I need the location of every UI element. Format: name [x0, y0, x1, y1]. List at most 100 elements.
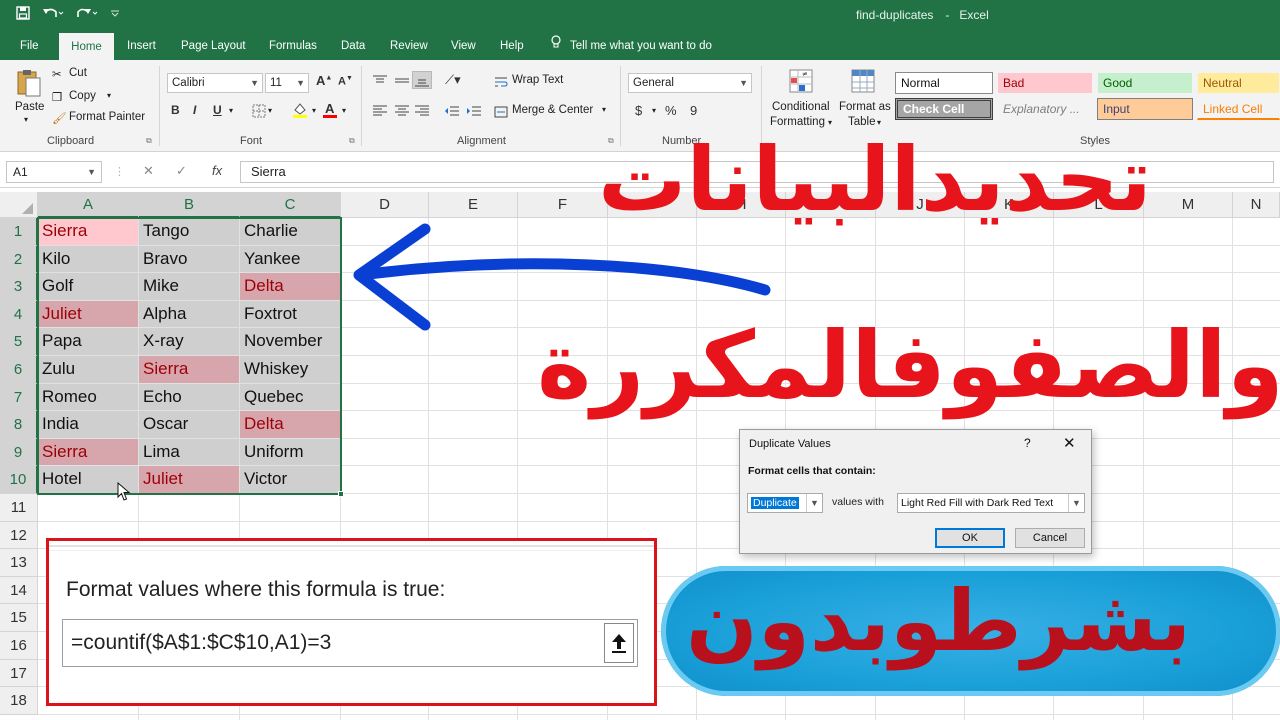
- save-icon[interactable]: [16, 6, 30, 20]
- cell-a7[interactable]: Romeo: [38, 383, 138, 411]
- row-header-1[interactable]: 1: [0, 218, 38, 246]
- cell-c4[interactable]: Foxtrot: [240, 300, 340, 328]
- merge-dropdown-icon[interactable]: ▾: [602, 105, 606, 114]
- left-align-icon[interactable]: [372, 104, 388, 122]
- currency-button[interactable]: $: [635, 103, 642, 118]
- cell-c9[interactable]: Uniform: [240, 438, 340, 466]
- cell-a2[interactable]: Kilo: [38, 245, 138, 273]
- cell-a1[interactable]: Sierra: [38, 218, 138, 245]
- column-header-n[interactable]: N: [1233, 192, 1280, 218]
- cell-c3[interactable]: Delta: [240, 273, 340, 300]
- font-color-dropdown-icon[interactable]: ▾: [342, 106, 346, 115]
- grow-font-icon[interactable]: A▲: [316, 73, 332, 88]
- style-linked-cell[interactable]: Linked Cell: [1197, 98, 1280, 120]
- column-header-a[interactable]: A: [38, 192, 139, 218]
- row-header-5[interactable]: 5: [0, 328, 38, 356]
- italic-button[interactable]: I: [193, 103, 196, 117]
- close-icon[interactable]: ✕: [1063, 434, 1076, 452]
- right-align-icon[interactable]: [414, 104, 430, 122]
- paste-dropdown-icon[interactable]: ▾: [24, 115, 28, 124]
- increase-indent-icon[interactable]: [466, 104, 482, 122]
- tell-me-box[interactable]: Tell me what you want to do: [550, 32, 712, 60]
- cell-b10[interactable]: Juliet: [139, 466, 239, 493]
- cancel-icon[interactable]: ✕: [143, 163, 154, 179]
- middle-align-icon[interactable]: [394, 74, 410, 92]
- style-input[interactable]: Input: [1097, 98, 1193, 120]
- row-header-2[interactable]: 2: [0, 245, 38, 274]
- cell-b7[interactable]: Echo: [139, 383, 239, 411]
- collapse-dialog-button[interactable]: [604, 623, 634, 663]
- comma-button[interactable]: 9: [690, 103, 697, 118]
- borders-dropdown-icon[interactable]: ▾: [268, 106, 272, 115]
- select-all-corner[interactable]: [0, 192, 38, 218]
- style-neutral[interactable]: Neutral: [1197, 72, 1280, 94]
- tab-formulas[interactable]: Formulas: [259, 32, 327, 60]
- enter-icon[interactable]: ✓: [176, 163, 187, 179]
- format-style-select[interactable]: Light Red Fill with Dark Red Text ▼: [897, 493, 1085, 513]
- merge-center-button[interactable]: Merge & Center ▾: [494, 103, 614, 121]
- underline-dropdown-icon[interactable]: ▾: [229, 106, 233, 115]
- cell-a8[interactable]: India: [38, 411, 138, 438]
- cell-b8[interactable]: Oscar: [139, 411, 239, 438]
- cell-b1[interactable]: Tango: [139, 218, 239, 245]
- decrease-indent-icon[interactable]: [444, 104, 460, 122]
- style-explanatory[interactable]: Explanatory ...: [997, 98, 1093, 120]
- redo-icon[interactable]: [76, 6, 98, 20]
- bold-button[interactable]: B: [171, 103, 180, 117]
- row-header-12[interactable]: 12: [0, 521, 38, 550]
- percent-button[interactable]: %: [665, 103, 677, 118]
- tab-view[interactable]: View: [441, 32, 486, 60]
- style-normal[interactable]: Normal: [895, 72, 993, 94]
- cell-c10[interactable]: Victor: [240, 466, 340, 493]
- copy-button[interactable]: ❐ Copy ▾: [52, 89, 122, 107]
- shrink-font-icon[interactable]: A▼: [338, 75, 353, 88]
- row-header-13[interactable]: 13: [0, 549, 38, 577]
- fill-handle[interactable]: [338, 491, 344, 497]
- column-header-c[interactable]: C: [240, 192, 341, 218]
- cell-a6[interactable]: Zulu: [38, 356, 138, 383]
- row-header-16[interactable]: 16: [0, 632, 38, 660]
- help-icon[interactable]: ?: [1024, 436, 1031, 450]
- bottom-align-icon[interactable]: [412, 71, 432, 89]
- copy-dropdown-icon[interactable]: ▾: [107, 91, 111, 100]
- duplicate-type-select[interactable]: Duplicate ▼: [747, 493, 823, 513]
- top-align-icon[interactable]: [372, 74, 388, 92]
- wrap-text-button[interactable]: Wrap Text: [494, 73, 570, 91]
- cell-b9[interactable]: Lima: [139, 438, 239, 466]
- cell-b4[interactable]: Alpha: [139, 300, 239, 328]
- row-header-3[interactable]: 3: [0, 273, 38, 301]
- cell-a3[interactable]: Golf: [38, 273, 138, 300]
- row-header-6[interactable]: 6: [0, 356, 38, 384]
- cut-button[interactable]: ✂ Cut: [52, 66, 112, 84]
- tab-file[interactable]: File: [10, 32, 49, 60]
- row-header-4[interactable]: 4: [0, 300, 38, 329]
- font-size-select[interactable]: 11 ▼: [265, 73, 309, 93]
- tab-home[interactable]: Home: [59, 33, 114, 61]
- cell-c1[interactable]: Charlie: [240, 218, 340, 245]
- font-color-icon[interactable]: A: [322, 101, 338, 119]
- row-header-14[interactable]: 14: [0, 576, 38, 605]
- row-header-9[interactable]: 9: [0, 438, 38, 467]
- format-painter-button[interactable]: 🖌 Format Painter: [52, 110, 152, 128]
- cell-a9[interactable]: Sierra: [38, 438, 138, 466]
- cancel-button[interactable]: Cancel: [1015, 528, 1085, 548]
- style-check-cell[interactable]: Check Cell: [895, 98, 993, 120]
- cell-c2[interactable]: Yankee: [240, 245, 340, 273]
- callout-formula-input[interactable]: =countif($A$1:$C$10,A1)=3: [62, 619, 638, 667]
- center-align-icon[interactable]: [394, 104, 410, 122]
- column-header-b[interactable]: B: [139, 192, 240, 218]
- format-as-table-button[interactable]: Format as Table ▾: [838, 66, 892, 136]
- row-header-10[interactable]: 10: [0, 466, 38, 494]
- borders-icon[interactable]: [252, 104, 266, 123]
- cell-a5[interactable]: Papa: [38, 328, 138, 355]
- clipboard-launcher-icon[interactable]: ⧉: [146, 136, 152, 146]
- style-bad[interactable]: Bad: [997, 72, 1093, 94]
- row-header-18[interactable]: 18: [0, 687, 38, 715]
- row-header-8[interactable]: 8: [0, 411, 38, 439]
- fill-color-icon[interactable]: [292, 101, 308, 124]
- fill-color-dropdown-icon[interactable]: ▾: [312, 106, 316, 115]
- underline-button[interactable]: U: [213, 103, 222, 117]
- conditional-formatting-button[interactable]: ≠ Conditional Formatting ▾: [768, 66, 836, 136]
- ok-button[interactable]: OK: [935, 528, 1005, 548]
- cell-b2[interactable]: Bravo: [139, 245, 239, 273]
